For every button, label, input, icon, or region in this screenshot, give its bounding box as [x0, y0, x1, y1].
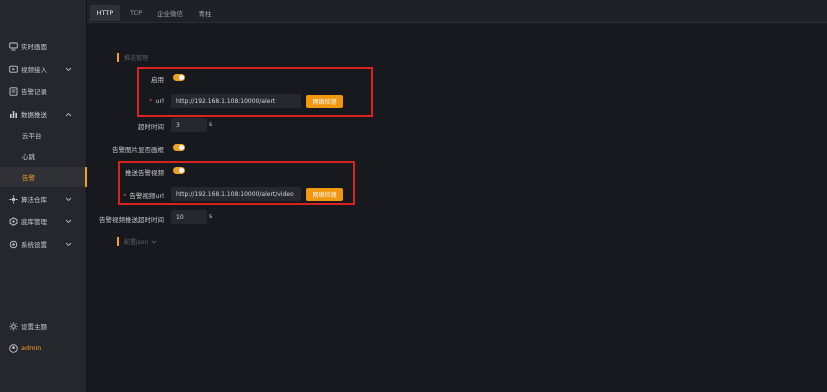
- chevron-up-icon: [64, 110, 72, 118]
- enable-label: 启用: [151, 76, 164, 84]
- sidebar: 实时画面 视频接入 告警记录 数据推送 云平台 心跳 告警 算法仓库 底库管理 …: [0, 0, 87, 392]
- chevron-down-icon: [64, 240, 72, 248]
- url-input[interactable]: http://192.168.1.108:10000/alert: [171, 94, 301, 108]
- sidebar-item-label: 系统设置: [21, 241, 47, 249]
- sidebar-item-algorithm-store[interactable]: 算法仓库: [0, 189, 87, 209]
- theme-settings-label: 设置主题: [21, 323, 47, 331]
- tab-wecom[interactable]: 企业微信: [155, 5, 185, 21]
- highlight-box-url: [137, 67, 373, 117]
- user-icon: [9, 343, 18, 353]
- sidebar-subitem-label: 云平台: [22, 132, 42, 140]
- tab-http[interactable]: HTTP: [90, 5, 120, 21]
- sidebar-subitem-heartbeat[interactable]: 心跳: [0, 146, 87, 166]
- enable-toggle[interactable]: [173, 74, 185, 81]
- sidebar-subitem-label: 心跳: [22, 153, 35, 161]
- draw-box-label: 告警图片显否画框: [112, 146, 164, 154]
- config-json-label: 配置json: [124, 239, 149, 246]
- draw-box-toggle[interactable]: [173, 144, 185, 151]
- push-video-label: 推送告警视频: [125, 169, 164, 177]
- sidebar-item-label: 视频接入: [21, 66, 47, 74]
- section-title: 推送管理: [117, 53, 148, 62]
- video-url-label-text: 告警视频url: [129, 192, 164, 200]
- config-json-toggle[interactable]: 配置json: [117, 237, 157, 246]
- video-timeout-unit: s: [209, 213, 213, 220]
- video-url-network-test-button[interactable]: 网络检测: [306, 188, 343, 201]
- video-url-input[interactable]: http://192.168.1.108:10000/alert/video: [171, 187, 301, 201]
- user-menu[interactable]: admin: [0, 338, 87, 358]
- database-icon: [9, 216, 18, 226]
- sidebar-subitem-label: 告警: [22, 174, 35, 182]
- sidebar-item-live-view[interactable]: 实时画面: [0, 36, 87, 56]
- bar-chart-icon: [9, 110, 18, 119]
- sidebar-item-label: 底库管理: [21, 218, 47, 226]
- sidebar-item-label: 算法仓库: [21, 196, 47, 204]
- sidebar-item-video-access[interactable]: 视频接入: [0, 59, 87, 79]
- sun-icon: [9, 321, 18, 331]
- push-video-toggle[interactable]: [173, 167, 185, 174]
- chevron-down-icon: [64, 65, 72, 73]
- chevron-down-icon: [151, 240, 157, 244]
- video-url-label: * 告警视频url: [123, 192, 164, 200]
- video-icon: [9, 65, 18, 74]
- algorithm-icon: [9, 195, 18, 204]
- url-label-text: url: [155, 97, 164, 105]
- video-timeout-input[interactable]: 10: [171, 210, 207, 224]
- timeout-input[interactable]: 3: [171, 118, 207, 132]
- sidebar-item-data-push[interactable]: 数据推送: [0, 104, 87, 124]
- sidebar-item-label: 实时画面: [21, 43, 47, 51]
- chevron-down-icon: [64, 217, 72, 225]
- tab-qingzhu[interactable]: 青柱: [194, 5, 216, 21]
- sidebar-item-label: 数据推送: [21, 111, 47, 119]
- timeout-label: 超时时间: [138, 123, 164, 131]
- theme-settings-button[interactable]: 设置主题: [0, 316, 87, 336]
- url-network-test-button[interactable]: 网络检测: [306, 95, 343, 108]
- username: admin: [21, 344, 42, 352]
- sidebar-item-label: 告警记录: [21, 88, 47, 96]
- sidebar-subitem-cloud-platform[interactable]: 云平台: [0, 125, 87, 145]
- monitor-icon: [9, 42, 18, 51]
- sidebar-item-system-settings[interactable]: 系统设置: [0, 234, 87, 254]
- video-timeout-label: 告警视频推送超时时间: [99, 216, 164, 224]
- sidebar-item-alert-records[interactable]: 告警记录: [0, 81, 87, 101]
- timeout-unit: s: [209, 121, 213, 128]
- chevron-down-icon: [64, 195, 72, 203]
- settings-icon: [9, 240, 18, 249]
- tab-tcp[interactable]: TCP: [125, 5, 147, 21]
- sidebar-item-gallery-management[interactable]: 底库管理: [0, 211, 87, 231]
- url-label: * url: [149, 97, 164, 105]
- alert-record-icon: [9, 86, 18, 96]
- tab-bar: HTTP TCP 企业微信 青柱: [87, 0, 827, 23]
- sidebar-subitem-alert[interactable]: 告警: [0, 167, 87, 187]
